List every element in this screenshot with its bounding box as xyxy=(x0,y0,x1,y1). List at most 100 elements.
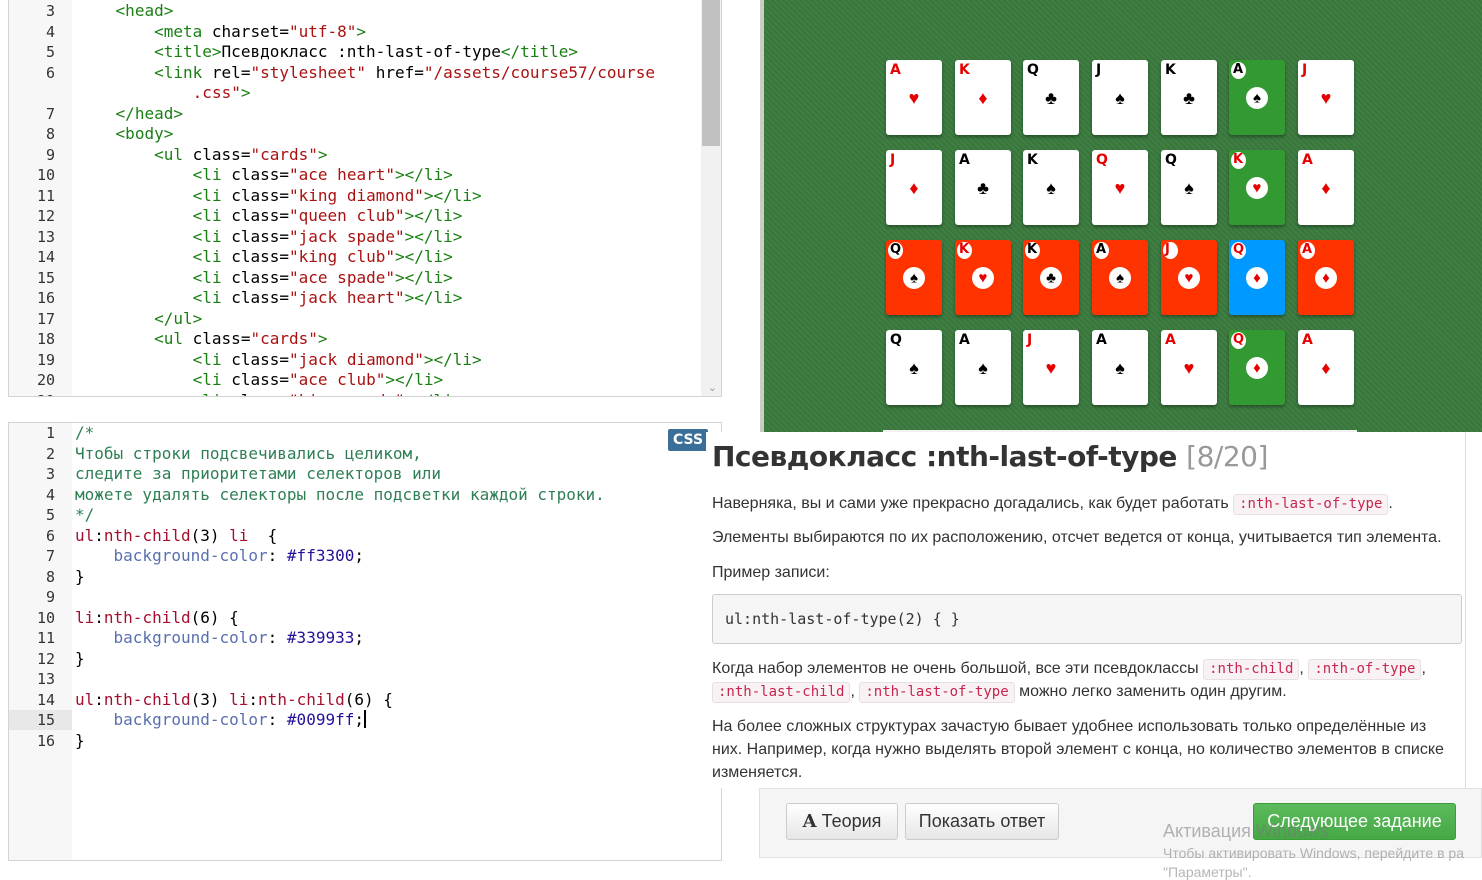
code-token: <li xyxy=(192,370,232,389)
spade-suit-icon: ♠ xyxy=(1184,177,1194,198)
html-code-line[interactable]: <li class="king diamond"></li> xyxy=(193,186,482,206)
html-code-line[interactable]: <head> xyxy=(116,1,174,21)
task-paragraph-5-line-3: изменяется. xyxy=(712,764,803,781)
html-code-line[interactable]: </head> xyxy=(116,104,183,124)
html-code-line[interactable]: <ul class="cards"> xyxy=(154,145,327,165)
code-token: class xyxy=(192,329,241,348)
css-code-line[interactable]: background-color: #0099ff; xyxy=(75,710,366,730)
css-code-line[interactable]: background-color: #ff3300; xyxy=(75,546,364,566)
code-token: href xyxy=(375,62,415,82)
html-code-line[interactable]: <li class="queen club"></li> xyxy=(193,206,463,226)
html-code-line[interactable]: <li class="ace heart"></li> xyxy=(193,165,453,185)
code-token: = xyxy=(414,62,424,82)
diamond-suit-icon: ♦ xyxy=(1253,269,1261,286)
code-token: ></li> xyxy=(405,391,463,397)
code-token: rel xyxy=(211,62,241,82)
code-token: { xyxy=(248,525,278,545)
card-rank: A xyxy=(1302,152,1313,168)
task-paragraph-4-line-1: Когда набор элементов не очень большой, … xyxy=(712,657,1426,680)
css-editor[interactable]: 1 /* 2 Чтобы строки подсвечивались целиком,… xyxy=(8,422,722,861)
html-code-line[interactable]: <ul class="cards"> xyxy=(154,329,327,349)
html-code-line[interactable]: <li class="jack diamond"></li> xyxy=(193,350,482,370)
html-line-number: 21 xyxy=(9,391,55,397)
css-code-line[interactable]: } xyxy=(75,567,85,587)
css-code-line[interactable]: } xyxy=(75,649,85,669)
code-token: (6) { xyxy=(190,607,239,627)
code-token: = xyxy=(279,206,290,225)
html-code-line[interactable]: <li class="jack spade"></li> xyxy=(193,227,463,247)
heart-suit-icon: ♥ xyxy=(1045,357,1057,378)
html-code-line[interactable]: <li class="king club"></li> xyxy=(193,247,453,267)
html-code-line[interactable]: <li class="jack heart"></li> xyxy=(193,288,463,308)
theory-button[interactable]: A Теория xyxy=(786,803,898,840)
code-token: = xyxy=(240,62,251,82)
playing-card: K ♥ xyxy=(1229,150,1285,225)
inline-code-nth-last-of-type: :nth-last-of-type xyxy=(1233,494,1389,515)
html-editor-scroll-thumb[interactable] xyxy=(702,0,720,146)
code-token: class xyxy=(231,349,280,369)
card-rank: K xyxy=(1027,152,1038,168)
show-answer-button[interactable]: Показать ответ xyxy=(905,803,1059,840)
css-code-line[interactable]: */ xyxy=(75,505,94,525)
css-code-line[interactable]: li:nth-child(6) { xyxy=(75,608,239,628)
heart-suit-icon: ♥ xyxy=(1320,87,1332,108)
text-cursor xyxy=(364,710,366,728)
css-code-line[interactable]: /* xyxy=(75,423,94,443)
css-code-line[interactable]: ul:nth-child(3) li:nth-child(6) { xyxy=(75,690,393,710)
html-code-line[interactable]: <meta charset="utf-8"> xyxy=(154,22,366,42)
card-rank: Q xyxy=(1233,242,1245,257)
code-token: class xyxy=(231,391,279,397)
playing-card: Q ♦ xyxy=(1229,240,1285,315)
css-code-line[interactable]: } xyxy=(75,731,85,751)
card-rank: A xyxy=(890,62,901,78)
example-code: ul:nth-last-of-type(2) { } xyxy=(725,610,960,628)
code-token: можете удалять селекторы после подсветки… xyxy=(75,484,605,504)
code-token: "ace club" xyxy=(289,370,386,389)
scroll-down-arrow-icon[interactable]: ⌄ xyxy=(708,381,717,394)
club-suit-icon: ♣ xyxy=(1045,87,1057,108)
code-token: <head> xyxy=(115,1,174,20)
html-code-line[interactable]: <link rel="stylesheet" href="/assets/cou… xyxy=(154,63,655,83)
code-token: (3) xyxy=(190,525,230,545)
task-paragraph-1: Наверняка, вы и сами уже прекрасно догад… xyxy=(712,492,1393,515)
code-token: </title> xyxy=(500,42,578,61)
css-code-line[interactable]: следите за приоритетами селекторов или xyxy=(75,464,441,484)
code-token: Псевдокласс :nth-last-of-type xyxy=(221,42,501,61)
html-code-line[interactable]: <body> xyxy=(116,124,174,144)
html-code-line[interactable]: .css"> xyxy=(193,83,251,103)
code-token: "jack diamond" xyxy=(289,349,424,369)
html-code-line[interactable]: <li class="ace spade"></li> xyxy=(193,268,453,288)
html-code-line[interactable]: <li class="king spade"></li> xyxy=(193,391,463,397)
html-code-line[interactable]: <li class="ace club"></li> xyxy=(193,370,443,390)
html-line-number: 18 xyxy=(36,330,55,348)
css-code-line[interactable]: Чтобы строки подсвечивались целиком, xyxy=(75,444,422,464)
html-code-line[interactable]: </ul> xyxy=(154,309,202,329)
code-token: ul xyxy=(75,525,95,545)
code-token: </ul> xyxy=(154,308,203,328)
code-token: ></li> xyxy=(404,288,463,307)
card-rank: A xyxy=(1233,62,1244,77)
css-code-line[interactable]: можете удалять селекторы после подсветки… xyxy=(75,485,605,505)
playing-card: J ♥ xyxy=(1161,240,1217,315)
css-code-line[interactable]: background-color: #339933; xyxy=(75,628,364,648)
card-rank: K xyxy=(1233,152,1244,167)
code-token: : xyxy=(94,607,104,627)
diamond-suit-icon: ♦ xyxy=(1321,357,1331,378)
code-token: "ace spade" xyxy=(289,267,395,287)
spade-suit-icon: ♠ xyxy=(1046,177,1056,198)
css-code-line[interactable]: ul:nth-child(3) li { xyxy=(75,526,277,546)
html-editor[interactable]: 3 <head> 4 <meta charset="utf-8"> 5 <title>Пс… xyxy=(8,0,722,397)
windows-watermark-subtitle: Чтобы активировать Windows, перейдите в … xyxy=(1163,845,1464,861)
css-line-number: 5 xyxy=(45,506,55,524)
code-token: : xyxy=(94,525,104,545)
html-code-line[interactable]: <title>Псевдокласс :nth-last-of-type</ti… xyxy=(154,42,578,62)
theory-button-label: Теория xyxy=(821,811,882,831)
playing-card: Q ♣ xyxy=(1023,60,1079,135)
code-token: = xyxy=(279,267,290,287)
spade-suit-icon: ♠ xyxy=(909,357,919,378)
playing-card: Q ♠ xyxy=(886,330,942,405)
html-editor-scrollbar[interactable]: ⌄ xyxy=(701,0,721,396)
html-line-number: 20 xyxy=(36,371,55,389)
code-token: = xyxy=(279,165,290,184)
css-line-number: 13 xyxy=(36,670,55,688)
